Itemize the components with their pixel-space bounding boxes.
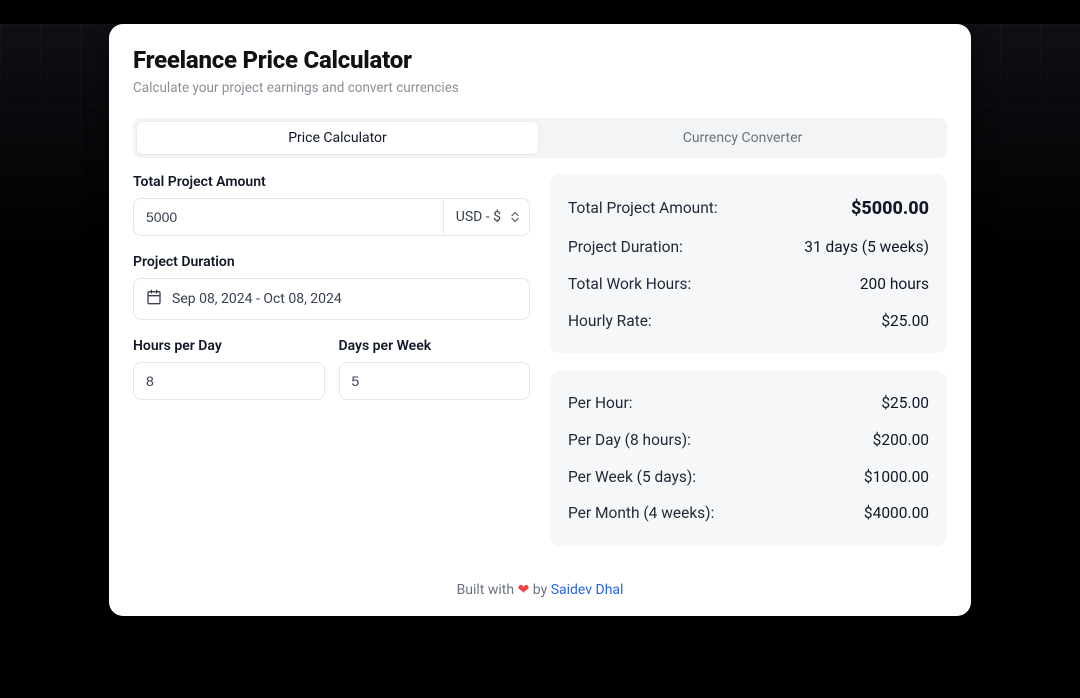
- amount-input[interactable]: [133, 198, 443, 236]
- date-range-value: Sep 08, 2024 - Oct 08, 2024: [172, 291, 342, 307]
- date-range-input[interactable]: Sep 08, 2024 - Oct 08, 2024: [133, 278, 530, 320]
- author-link[interactable]: Saidev Dhal: [551, 582, 624, 598]
- breakdown-panel: Per Hour: $25.00 Per Day (8 hours): $200…: [550, 371, 947, 546]
- summary-total-value: $5000.00: [851, 192, 929, 225]
- duration-label: Project Duration: [133, 254, 530, 270]
- summary-panel: Total Project Amount: $5000.00 Project D…: [550, 174, 947, 353]
- tab-price-calculator[interactable]: Price Calculator: [137, 122, 538, 154]
- hours-per-day-input[interactable]: [133, 362, 325, 400]
- breakdown-month-label: Per Month (4 weeks):: [568, 499, 714, 528]
- calendar-icon: [146, 289, 162, 309]
- currency-select[interactable]: USD - $: [443, 198, 530, 236]
- footer-built-with: Built with: [457, 582, 515, 598]
- tabs: Price Calculator Currency Converter: [133, 118, 947, 158]
- heart-icon: ❤: [518, 582, 530, 598]
- breakdown-hour-value: $25.00: [881, 389, 929, 418]
- footer-by: by: [533, 582, 547, 598]
- summary-duration-value: 31 days (5 weeks): [804, 233, 929, 262]
- breakdown-week-label: Per Week (5 days):: [568, 463, 696, 492]
- currency-select-value: USD - $: [456, 209, 501, 225]
- breakdown-week-value: $1000.00: [864, 463, 929, 492]
- summary-total-label: Total Project Amount:: [568, 194, 718, 223]
- page-title: Freelance Price Calculator: [133, 46, 947, 74]
- days-per-week-input[interactable]: [339, 362, 531, 400]
- form-panel: Total Project Amount USD - $ Project Dur…: [133, 174, 530, 546]
- hours-per-day-label: Hours per Day: [133, 338, 325, 354]
- breakdown-hour-label: Per Hour:: [568, 389, 632, 418]
- page-subtitle: Calculate your project earnings and conv…: [133, 80, 947, 96]
- summary-hours-label: Total Work Hours:: [568, 270, 691, 299]
- tab-currency-converter[interactable]: Currency Converter: [542, 122, 943, 154]
- chevron-updown-icon: [511, 212, 519, 223]
- results-panel: Total Project Amount: $5000.00 Project D…: [550, 174, 947, 546]
- summary-hours-value: 200 hours: [860, 270, 929, 299]
- breakdown-month-value: $4000.00: [864, 499, 929, 528]
- calculator-card: Freelance Price Calculator Calculate you…: [109, 24, 971, 616]
- amount-label: Total Project Amount: [133, 174, 530, 190]
- footer: Built with ❤ by Saidev Dhal: [133, 582, 947, 598]
- summary-duration-label: Project Duration:: [568, 233, 683, 262]
- summary-rate-label: Hourly Rate:: [568, 307, 652, 336]
- days-per-week-label: Days per Week: [339, 338, 531, 354]
- content: Total Project Amount USD - $ Project Dur…: [133, 174, 947, 546]
- summary-rate-value: $25.00: [881, 307, 929, 336]
- breakdown-day-label: Per Day (8 hours):: [568, 426, 691, 455]
- breakdown-day-value: $200.00: [873, 426, 929, 455]
